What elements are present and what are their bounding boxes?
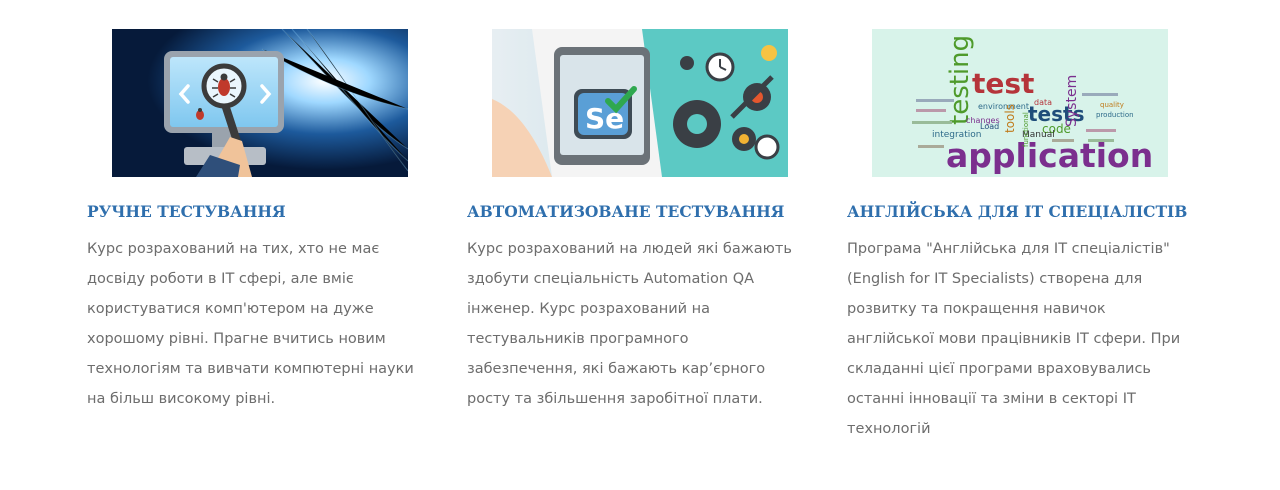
course-image-automation-testing[interactable]: Se [492, 29, 788, 177]
word-cloud-word: data [1034, 98, 1052, 107]
word-cloud-word: integration [932, 130, 981, 140]
course-description: Курс розрахований на тих, хто не має дос… [87, 241, 414, 407]
course-image-english-it[interactable]: testing test application tests System en… [872, 29, 1168, 177]
word-cloud-word: test [972, 67, 1034, 100]
course-title[interactable]: АВТОМАТИЗОВАНЕ ТЕСТУВАННЯ [467, 203, 807, 221]
course-card-english-it: testing test application tests System en… [847, 29, 1187, 444]
course-card-automation-testing: Se АВТОМАТИЗОВАНЕ ТЕСТУВАННЯ Курс розрах… [467, 29, 807, 414]
english-it-word-cloud-icon: testing test application tests System en… [872, 29, 1168, 177]
course-image-manual-testing[interactable] [112, 29, 408, 177]
course-title[interactable]: АНГЛІЙСЬКА ДЛЯ IT СПЕЦІАЛІСТІВ [847, 203, 1187, 221]
word-cloud-word: functional [1022, 112, 1030, 147]
word-cloud-word: testing [945, 35, 975, 125]
manual-testing-bug-magnifier-icon [112, 29, 408, 177]
automation-testing-selenium-gears-icon: Se [492, 29, 788, 177]
word-cloud-word: production [1096, 111, 1134, 119]
courses-section: РУЧНЕ ТЕСТУВАННЯ Курс розрахований на ти… [0, 0, 1280, 490]
word-cloud-word: quality [1100, 101, 1124, 109]
course-title[interactable]: РУЧНЕ ТЕСТУВАННЯ [87, 203, 427, 221]
course-card-manual-testing: РУЧНЕ ТЕСТУВАННЯ Курс розрахований на ти… [87, 29, 427, 414]
word-cloud-word: System [1064, 75, 1080, 127]
word-cloud-word: application [946, 136, 1153, 175]
word-cloud-word: tools [1003, 104, 1017, 133]
course-description: Курс розрахований на людей які бажають з… [467, 241, 792, 407]
word-cloud-word: Load [980, 122, 999, 131]
course-description: Програма "Англійська для IT спеціалістів… [847, 241, 1181, 437]
